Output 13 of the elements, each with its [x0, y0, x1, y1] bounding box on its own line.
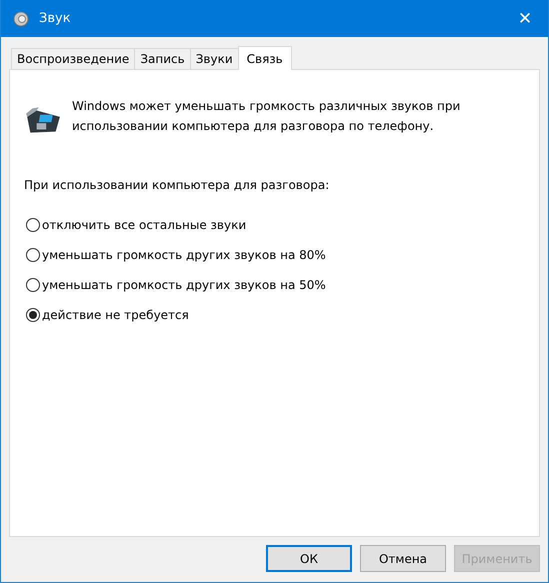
- speaker-icon: [13, 10, 29, 26]
- radio-option[interactable]: уменьшать громкость других звуков на 50%: [26, 276, 525, 293]
- tab[interactable]: Связь: [238, 46, 292, 70]
- window-title: Звук: [39, 11, 71, 26]
- group-label: При использовании компьютера для разговора:: [24, 178, 330, 192]
- description-text: Windows может уменьшать громкость различных звуков при использовании компьютера для разговора по телефону.: [72, 98, 462, 135]
- radio-option[interactable]: отключить все остальные звуки: [26, 216, 525, 233]
- close-button[interactable]: ✕: [502, 0, 548, 37]
- cancel-button[interactable]: Отмена: [360, 545, 446, 572]
- ok-button[interactable]: ОК: [266, 545, 352, 572]
- tab[interactable]: Воспроизведение: [11, 48, 136, 69]
- radio-option[interactable]: действие не требуется: [26, 306, 525, 323]
- radio-option[interactable]: уменьшать громкость других звуков на 80%: [26, 246, 525, 263]
